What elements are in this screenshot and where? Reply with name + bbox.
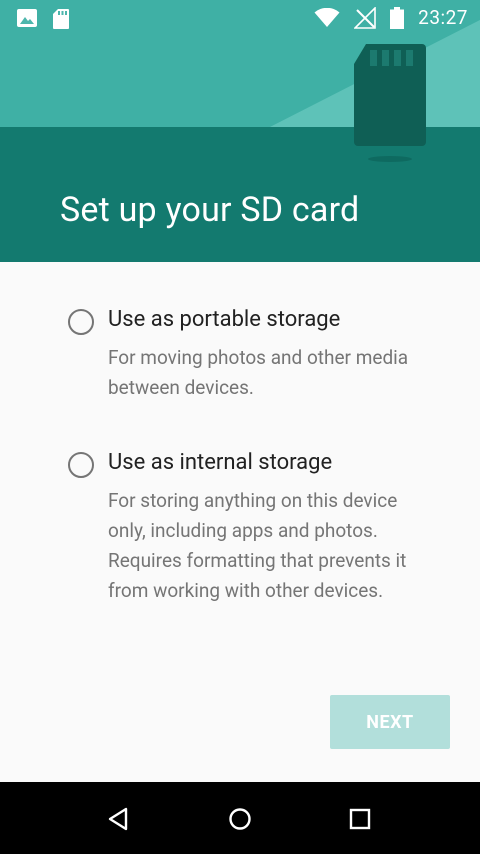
status-bar: 23:27 (0, 0, 480, 36)
header: 23:27 Set up your SD card (0, 0, 480, 262)
image-icon (17, 9, 37, 27)
sd-card-icon (354, 44, 426, 162)
next-button[interactable]: NEXT (330, 695, 450, 749)
navigation-bar (0, 782, 480, 854)
battery-icon (390, 6, 405, 29)
option-description: For moving photos and other media betwee… (108, 346, 409, 399)
radio-portable-storage[interactable] (68, 309, 94, 335)
radio-internal-storage[interactable] (68, 452, 94, 478)
page-title: Set up your SD card (60, 190, 360, 230)
recents-icon[interactable] (345, 804, 375, 834)
status-time: 23:27 (418, 6, 468, 29)
no-signal-icon (354, 6, 376, 29)
wifi-icon (314, 7, 340, 27)
option-title[interactable]: Use as internal storage (108, 450, 332, 475)
option-description: For storing anything on this device only… (108, 489, 407, 602)
home-icon[interactable] (225, 804, 255, 834)
option-title[interactable]: Use as portable storage (108, 307, 340, 332)
back-icon[interactable] (104, 804, 134, 834)
sd-card-icon (53, 9, 69, 29)
